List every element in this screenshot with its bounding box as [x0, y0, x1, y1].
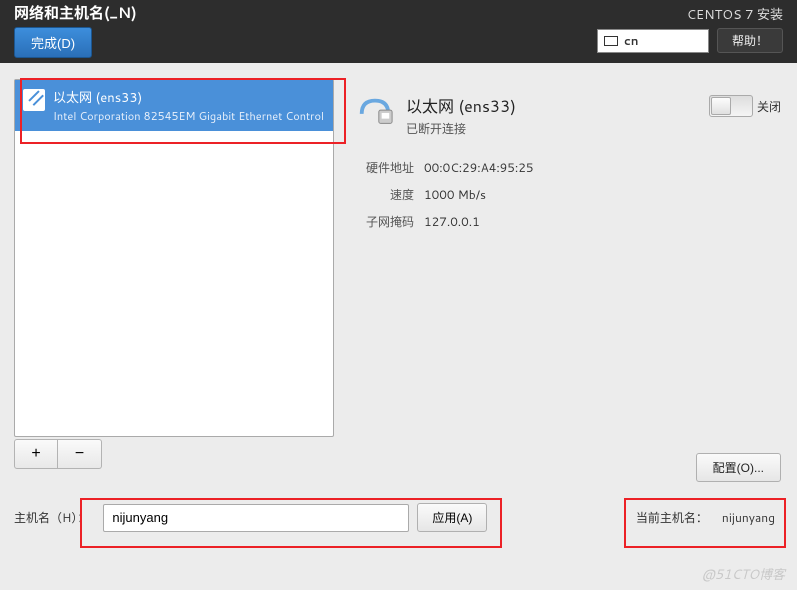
keyboard-selector[interactable]: cn [597, 29, 709, 53]
detail-label: 子网掩码 [356, 213, 414, 230]
remove-device-button[interactable]: − [58, 439, 102, 469]
toggle-label: 关闭 [757, 98, 781, 115]
keyboard-layout-label: cn [624, 32, 639, 49]
network-item-title: 以太网 (ens33) [53, 87, 325, 107]
current-hostname-label: 当前主机名： [636, 509, 708, 526]
add-device-button[interactable]: + [14, 439, 58, 469]
install-title: CENTOS 7 安装 [687, 4, 783, 24]
page-title: 网络和主机名(_N) [14, 2, 137, 23]
done-button[interactable]: 完成(D) [14, 27, 92, 58]
detail-value: 00:0C:29:A4:95:25 [424, 159, 533, 176]
network-list-item[interactable]: 以太网 (ens33) Intel Corporation 82545EM Gi… [15, 80, 333, 131]
network-device-list[interactable]: 以太网 (ens33) Intel Corporation 82545EM Gi… [14, 79, 334, 437]
device-name: 以太网 (ens33) [406, 93, 516, 118]
device-details: 硬件地址 00:0C:29:A4:95:25 速度 1000 Mb/s 子网掩码 12… [356, 159, 783, 230]
detail-label: 速度 [356, 186, 414, 203]
hostname-label: 主机名（H）： [14, 509, 89, 526]
current-hostname-value: nijunyang [722, 509, 775, 526]
detail-value: 127.0.0.1 [424, 213, 480, 230]
device-status: 已断开连接 [406, 120, 516, 137]
header-bar: 网络和主机名(_N) 完成(D) CENTOS 7 安装 cn 帮助！ [0, 0, 797, 63]
network-item-subtitle: Intel Corporation 82545EM Gigabit Ethern… [53, 108, 325, 124]
connection-toggle[interactable]: 关闭 [709, 95, 781, 117]
help-button[interactable]: 帮助！ [717, 28, 783, 53]
watermark: @51CTO博客 [702, 564, 785, 584]
keyboard-icon [604, 36, 618, 46]
ethernet-icon [23, 89, 45, 111]
configure-button[interactable]: 配置(O)... [696, 453, 781, 482]
detail-value: 1000 Mb/s [424, 186, 486, 203]
ethernet-large-icon [356, 93, 394, 131]
detail-label: 硬件地址 [356, 159, 414, 176]
apply-button[interactable]: 应用(A) [417, 503, 487, 532]
hostname-input[interactable] [103, 504, 409, 532]
